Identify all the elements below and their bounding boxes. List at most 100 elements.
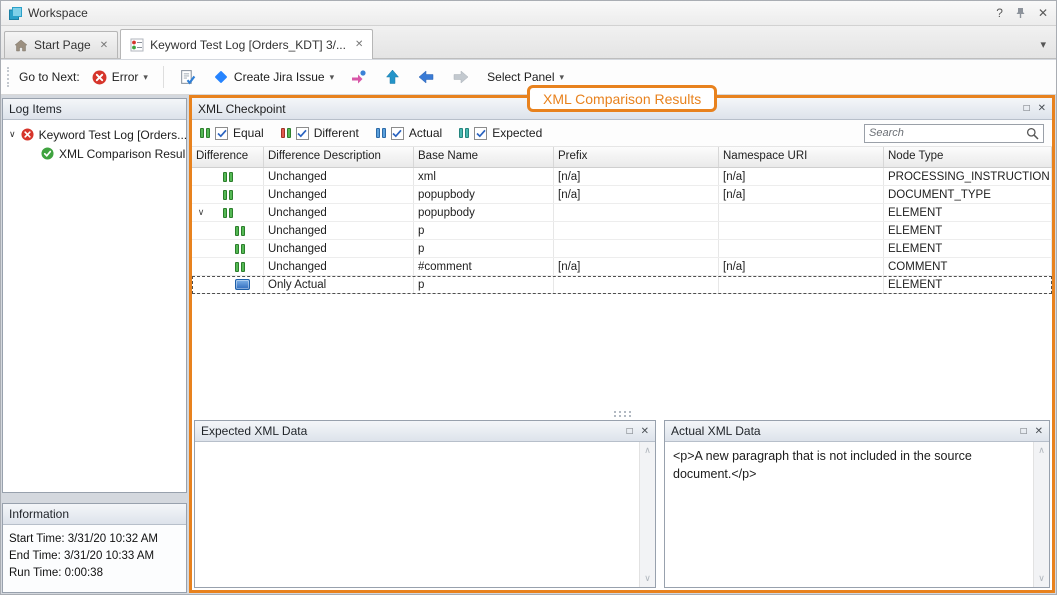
filter-equal: Equal [200, 126, 264, 140]
column-header-namespace-uri[interactable]: Namespace URI [719, 147, 884, 167]
tab-label: Start Page [34, 38, 91, 52]
tab-list-dropdown-icon[interactable]: ▾ [1040, 38, 1046, 51]
forward-button[interactable] [447, 67, 475, 87]
scroll-up-icon[interactable]: ∧ [1038, 445, 1045, 456]
cell-node-type: ELEMENT [884, 276, 1052, 293]
expected-xml-data-panel: Expected XML Data □ ✕ ∧ ∨ [194, 420, 656, 588]
jira-icon [213, 69, 229, 85]
tree-item-keyword-test-log[interactable]: ∨ Keyword Test Log [Orders... [3, 125, 186, 144]
column-header-base-name[interactable]: Base Name [414, 147, 554, 167]
help-icon[interactable]: ? [996, 7, 1003, 19]
only-actual-icon [235, 279, 250, 290]
collapse-icon[interactable]: ∨ [195, 207, 207, 218]
float-panel-icon[interactable]: □ [1024, 103, 1030, 114]
scroll-up-icon[interactable]: ∧ [644, 445, 651, 456]
close-panel-icon[interactable]: ✕ [1038, 103, 1046, 114]
table-row[interactable]: ∨ Unchanged popupbody ELEMENT [192, 204, 1052, 222]
create-jira-issue-label: Create Jira Issue [234, 70, 325, 84]
post-issue-button[interactable] [174, 66, 201, 89]
equal-icon [200, 128, 210, 138]
search-icon [1026, 127, 1039, 140]
vertical-scrollbar[interactable]: ∧ ∨ [639, 442, 655, 587]
cell-description: Unchanged [264, 168, 414, 185]
pin-icon[interactable] [1015, 7, 1026, 19]
different-checkbox[interactable] [296, 127, 309, 140]
actual-xml-content: <p>A new paragraph that is not included … [665, 442, 1033, 587]
table-row[interactable]: Unchanged #comment [n/a] [n/a] COMMENT [192, 258, 1052, 276]
table-row[interactable]: Unchanged p ELEMENT [192, 240, 1052, 258]
equal-label: Equal [233, 126, 264, 140]
column-header-prefix[interactable]: Prefix [554, 147, 719, 167]
collapse-icon[interactable]: ∨ [9, 129, 16, 140]
column-header-difference-description[interactable]: Difference Description [264, 147, 414, 167]
search-input[interactable] [869, 127, 1026, 139]
column-header-difference[interactable]: Difference [192, 147, 264, 167]
cell-prefix [554, 204, 719, 221]
log-items-panel: Log Items ∨ Keyword Test Log [Orders... … [2, 98, 187, 493]
table-row[interactable]: Unchanged popupbody [n/a] [n/a] DOCUMENT… [192, 186, 1052, 204]
tab-label: Keyword Test Log [Orders_KDT] 3/... [150, 38, 346, 52]
filter-toolbar: Equal Different Actual Expected [192, 120, 1052, 147]
equal-checkbox[interactable] [215, 127, 228, 140]
tab-close-icon[interactable]: ✕ [100, 40, 108, 51]
xml-checkpoint-title: XML Checkpoint [198, 102, 286, 116]
annotation-label: XML Comparison Results [543, 91, 701, 107]
window-title: Workspace [28, 6, 88, 20]
visualizer-button[interactable] [346, 66, 373, 88]
create-jira-issue-button[interactable]: Create Jira Issue ▾ [208, 66, 339, 88]
float-panel-icon[interactable]: □ [1021, 426, 1027, 437]
table-row-selected[interactable]: Only Actual p ELEMENT [192, 276, 1052, 294]
scroll-down-icon[interactable]: ∨ [1038, 573, 1045, 584]
actual-label: Actual [409, 126, 442, 140]
table-row[interactable]: Unchanged xml [n/a] [n/a] PROCESSING_INS… [192, 168, 1052, 186]
tree-item-xml-comparison-result[interactable]: XML Comparison Resul... [3, 144, 186, 163]
cell-prefix: [n/a] [554, 168, 719, 185]
close-panel-icon[interactable]: ✕ [641, 426, 649, 437]
success-icon [41, 147, 54, 160]
filter-expected: Expected [459, 126, 542, 140]
window-titlebar: Workspace ? ✕ [1, 1, 1056, 26]
up-level-button[interactable] [380, 66, 405, 88]
tab-start-page[interactable]: Start Page ✕ [4, 31, 118, 58]
back-button[interactable] [412, 67, 440, 87]
error-button[interactable]: Error ▾ [87, 67, 153, 88]
equal-icon [223, 190, 233, 200]
actual-checkbox[interactable] [391, 127, 404, 140]
visualizer-icon [351, 69, 368, 85]
vertical-scrollbar[interactable]: ∧ ∨ [1033, 442, 1049, 587]
horizontal-splitter[interactable] [192, 408, 1052, 420]
expected-checkbox[interactable] [474, 127, 487, 140]
tab-keyword-test-log[interactable]: Keyword Test Log [Orders_KDT] 3/... ✕ [120, 29, 373, 59]
cell-namespace-uri [719, 222, 884, 239]
filter-different: Different [281, 126, 359, 140]
close-panel-icon[interactable]: ✕ [1035, 426, 1043, 437]
tab-close-icon[interactable]: ✕ [355, 39, 363, 50]
equal-icon [235, 262, 245, 272]
table-row[interactable]: Unchanged p ELEMENT [192, 222, 1052, 240]
actual-xml-data-header: Actual XML Data □ ✕ [665, 421, 1049, 442]
cell-prefix [554, 222, 719, 239]
close-icon[interactable]: ✕ [1038, 7, 1048, 19]
select-panel-button[interactable]: Select Panel ▾ [482, 67, 569, 87]
column-header-node-type[interactable]: Node Type [884, 147, 1052, 167]
scroll-down-icon[interactable]: ∨ [644, 573, 651, 584]
actual-xml-data-title: Actual XML Data [671, 424, 761, 438]
tree-item-label: Keyword Test Log [Orders... [39, 128, 186, 142]
cell-base-name: xml [414, 168, 554, 185]
chevron-down-icon: ▾ [560, 72, 565, 83]
chevron-down-icon: ▾ [143, 72, 148, 83]
cell-prefix: [n/a] [554, 186, 719, 203]
cell-difference [192, 222, 264, 239]
back-arrow-icon [417, 70, 435, 84]
cell-prefix [554, 240, 719, 257]
cell-difference: ∨ [192, 204, 264, 221]
toolbar-grip[interactable] [7, 67, 10, 87]
cell-description: Unchanged [264, 258, 414, 275]
select-panel-label: Select Panel [487, 70, 554, 84]
actual-icon [376, 128, 386, 138]
cell-difference [192, 276, 264, 293]
expected-label: Expected [492, 126, 542, 140]
equal-icon [223, 172, 233, 182]
search-box [864, 124, 1044, 143]
float-panel-icon[interactable]: □ [627, 426, 633, 437]
